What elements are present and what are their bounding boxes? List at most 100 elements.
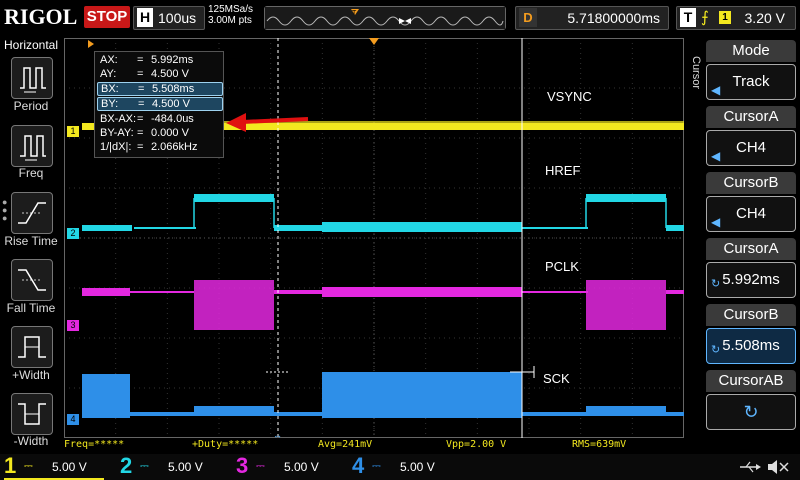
- stat-avg: Avg=241mV: [318, 439, 373, 450]
- rise-time-button[interactable]: [11, 192, 53, 234]
- dc-coupling-icon: ⎓: [372, 460, 381, 472]
- ch3-trace: [130, 291, 194, 293]
- sck-annotation: SCK: [543, 371, 570, 386]
- cursora-source-title: CursorA: [706, 106, 796, 128]
- ch3-trace: [274, 290, 324, 294]
- knob-icon: ↻: [743, 402, 759, 422]
- cursor-row-by-ay: BY-AY: = 0.000 V: [100, 127, 189, 139]
- ch3-marker[interactable]: 3: [67, 320, 79, 331]
- rising-edge-icon: ⨍: [701, 9, 709, 26]
- cursor-row-inv-dx: 1/|dX|: = 2.066kHz: [100, 141, 198, 153]
- mode-softkey[interactable]: Mode ◀ Track: [706, 40, 796, 100]
- ch2-trace: [82, 225, 132, 231]
- cursora-source-softkey[interactable]: CursorA ◀ CH4: [706, 106, 796, 166]
- cursorb-position-softkey[interactable]: CursorB ↻ 5.508ms: [706, 304, 796, 364]
- cursor-row-ax: AX: = 5.992ms: [100, 54, 194, 66]
- neg-width-label: -Width: [13, 434, 49, 448]
- ch4-trace: [274, 412, 322, 416]
- delay-box[interactable]: D 5.71800000ms: [515, 6, 669, 30]
- fall-time-label: Fall Time: [6, 301, 56, 315]
- memory-waveform-icon: T: [265, 7, 505, 29]
- ch3-number: 3: [236, 453, 249, 478]
- run-stop-status[interactable]: STOP: [84, 6, 130, 28]
- cursora-position-title: CursorA: [706, 238, 796, 260]
- memory-depth: 3.00M pts: [208, 15, 252, 26]
- trigger-box[interactable]: T ⨍ 1 3.20 V: [676, 6, 796, 30]
- left-arrow-icon: ◀: [711, 83, 721, 97]
- stat-vpp: Vpp=2.00 V: [446, 439, 507, 450]
- left-arrow-icon: ◀: [711, 149, 721, 163]
- left-arrow-icon: ◀: [711, 215, 721, 229]
- ch3-scale: 5.00 V: [284, 460, 319, 474]
- acquisition-info: 125MSa/s 3.00M pts: [208, 4, 253, 26]
- period-label: Period: [13, 99, 49, 113]
- mode-title: Mode: [706, 40, 796, 62]
- ch1-status[interactable]: 1 ⎓ 5.00 V: [4, 453, 104, 480]
- trigger-level-marker: [88, 40, 94, 48]
- cursorb-position-title: CursorB: [706, 304, 796, 326]
- cursor-row-bx-ax: BX-AX: = -484.0us: [100, 113, 194, 125]
- ch2-trace: [666, 225, 684, 231]
- ch4-marker[interactable]: 4: [67, 414, 79, 425]
- freq-button[interactable]: [11, 125, 53, 167]
- ch2-trace: [134, 227, 196, 229]
- cursorab-softkey[interactable]: CursorAB ↻: [706, 370, 796, 430]
- cursorb-source-softkey[interactable]: CursorB ◀ CH4: [706, 172, 796, 232]
- ch1-number: 1: [4, 453, 17, 478]
- ch3-trace: [82, 288, 130, 296]
- stat-duty: +Duty=*****: [192, 439, 259, 450]
- ch2-status[interactable]: 2 ⎓ 5.00 V: [120, 453, 220, 478]
- ch4-trace-dense: [322, 372, 522, 418]
- ch2-trace-high: [194, 194, 274, 202]
- stat-rms: RMS=639mV: [572, 439, 627, 450]
- trigger-label: T: [680, 8, 696, 27]
- cursorab-title: CursorAB: [706, 370, 796, 392]
- cursora-position-softkey[interactable]: CursorA ↻ 5.992ms: [706, 238, 796, 298]
- cursor-menu-side-label: Cursor: [690, 56, 702, 90]
- cursora-position-value: ↻ 5.992ms: [706, 262, 796, 298]
- cursor-row-bx: BX: = 5.508ms: [97, 82, 223, 96]
- cursorb-source-title: CursorB: [706, 172, 796, 194]
- knob-icon: ↻: [711, 344, 721, 356]
- pos-width-icon: [18, 336, 46, 358]
- ch4-trace-dense: [82, 374, 130, 418]
- knob-icon: ↻: [711, 278, 721, 290]
- neg-width-button[interactable]: [11, 393, 53, 435]
- pos-width-button[interactable]: [11, 326, 53, 368]
- ch3-trace-dense: [194, 280, 274, 330]
- ch2-trace: [522, 227, 588, 229]
- memory-overview-strip[interactable]: T: [264, 6, 506, 30]
- rigol-logo: RIGOL: [4, 4, 78, 29]
- measurement-stats-bar: Freq=***** +Duty=***** Avg=241mV Vpp=2.0…: [64, 438, 684, 452]
- ch4-number: 4: [352, 453, 365, 478]
- trigger-marker-icon: [369, 38, 379, 45]
- dc-coupling-icon: ⎓: [24, 460, 33, 472]
- fall-time-button[interactable]: [11, 259, 53, 301]
- ch2-scale: 5.00 V: [168, 460, 203, 474]
- ch3-trace-dense: [322, 287, 522, 297]
- neg-width-icon: [18, 403, 46, 425]
- period-button[interactable]: [11, 57, 53, 99]
- timebase-box[interactable]: H 100us: [133, 6, 205, 30]
- ch3-status[interactable]: 3 ⎓ 5.00 V: [236, 453, 336, 478]
- freq-label: Freq: [18, 166, 44, 180]
- vsync-annotation: VSYNC: [547, 89, 592, 104]
- ch4-status[interactable]: 4 ⎓ 5.00 V: [352, 453, 452, 478]
- status-icons: [740, 460, 789, 474]
- ch1-marker[interactable]: 1: [67, 126, 79, 137]
- period-icon: [20, 67, 46, 93]
- speaker-muted-icon: [768, 460, 789, 474]
- ch2-number: 2: [120, 453, 133, 478]
- ch4-trace: [586, 406, 666, 416]
- cursorb-position-value: ↻ 5.508ms: [706, 328, 796, 364]
- timebase-value: 100us: [158, 10, 197, 26]
- ch2-marker[interactable]: 2: [67, 228, 79, 239]
- red-arrow-annotation: [226, 113, 309, 132]
- sample-rate: 125MSa/s: [208, 4, 254, 15]
- timebase-label: H: [137, 8, 153, 27]
- menu-page-dots: ● ● ●: [2, 197, 8, 223]
- cursor-delta-marker: ↔: [273, 430, 282, 438]
- cursor-measurement-panel: AX: = 5.992ms AY: = 4.500 V BX: = 5.508ms BY: =…: [94, 51, 224, 158]
- trigger-level: 3.20 V: [744, 10, 785, 26]
- rise-time-label: Rise Time: [4, 234, 58, 248]
